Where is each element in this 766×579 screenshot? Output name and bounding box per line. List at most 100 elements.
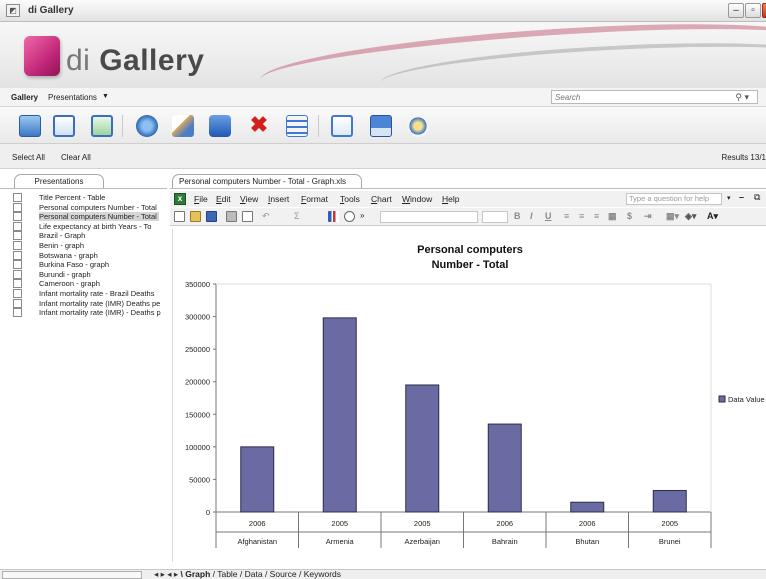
sum-icon[interactable]: Σ: [294, 211, 305, 222]
list-item-checkbox[interactable]: [13, 298, 22, 308]
menu-item-edit[interactable]: Edit: [216, 194, 231, 204]
list-item[interactable]: Brazil - Graph: [0, 231, 167, 241]
tab-underline: [0, 188, 167, 189]
currency-icon[interactable]: $: [627, 211, 632, 221]
tab-document[interactable]: Personal computers Number - Total - Grap…: [172, 174, 362, 189]
list-item[interactable]: Infant mortality rate (IMR) - Deaths p: [0, 308, 167, 318]
edit-icon[interactable]: [172, 115, 194, 137]
list-item-checkbox[interactable]: [13, 212, 22, 222]
list-item-checkbox[interactable]: [13, 260, 22, 270]
list-item-checkbox[interactable]: [13, 279, 22, 289]
list-item[interactable]: Burkina Faso - graph: [0, 260, 167, 270]
align-center-icon[interactable]: ≡: [579, 211, 584, 221]
list-item[interactable]: Benin - graph: [0, 240, 167, 251]
minimize-button[interactable]: –: [728, 3, 744, 18]
help-question-input[interactable]: Type a question for help: [626, 193, 722, 205]
list-item[interactable]: Title Percent - Table: [0, 193, 167, 203]
y-tick-label: 250000: [185, 345, 210, 354]
menu-item-view[interactable]: View: [240, 194, 258, 204]
list-item-checkbox[interactable]: [13, 193, 22, 202]
doc-minimize-button[interactable]: –: [739, 192, 744, 202]
indent-icon[interactable]: ⇥: [644, 211, 652, 222]
nav-presentations-menu[interactable]: Presentations: [48, 93, 97, 102]
open-icon[interactable]: [190, 211, 201, 222]
align-left-icon[interactable]: ≡: [564, 211, 569, 221]
list-item[interactable]: Infant mortality rate - Brazil Deaths: [0, 288, 167, 299]
list-item[interactable]: Personal computers Number - Total: [0, 212, 167, 222]
save-icon[interactable]: [206, 211, 217, 222]
font-color-icon[interactable]: A▾: [707, 211, 718, 222]
list-item[interactable]: Burundi - graph: [0, 269, 167, 280]
underline-icon[interactable]: U: [545, 211, 552, 221]
list-item-checkbox[interactable]: [13, 240, 22, 250]
new-icon[interactable]: [174, 211, 185, 222]
sheet-tab-table[interactable]: / Table: [210, 569, 238, 579]
menu-item-window[interactable]: Window: [402, 194, 432, 204]
close-button[interactable]: [762, 3, 766, 18]
refresh-icon[interactable]: [136, 115, 158, 137]
copy-icon[interactable]: [209, 115, 231, 137]
bold-icon[interactable]: B: [514, 211, 521, 221]
menu-item-format[interactable]: Format: [301, 194, 328, 204]
list-item-checkbox[interactable]: [13, 202, 22, 212]
globe-icon[interactable]: [407, 115, 429, 137]
chevron-down-icon[interactable]: ▾: [727, 194, 731, 202]
maximize-button[interactable]: ▫: [745, 3, 761, 18]
list-item[interactable]: Infant mortality rate (IMR) Deaths pe: [0, 298, 167, 309]
menu-item-file[interactable]: File: [194, 194, 208, 204]
list-item[interactable]: Botswana - graph: [0, 250, 167, 261]
print-icon[interactable]: [226, 211, 237, 222]
italic-icon[interactable]: I: [530, 211, 533, 221]
merge-icon[interactable]: ▦: [608, 211, 617, 222]
list-icon[interactable]: [286, 115, 308, 137]
menu-item-help[interactable]: Help: [442, 194, 459, 204]
undo-icon[interactable]: ↶: [262, 211, 273, 222]
list-item-checkbox[interactable]: [13, 269, 22, 279]
list-item-checkbox[interactable]: [13, 250, 22, 260]
fill-color-icon[interactable]: ◈▾: [685, 211, 696, 222]
page-view-icon[interactable]: [53, 115, 75, 137]
menu-item-chart[interactable]: Chart: [371, 194, 392, 204]
save-icon[interactable]: [370, 115, 392, 137]
search-box[interactable]: ⚲ ▾: [551, 90, 758, 104]
list-item-label: Infant mortality rate (IMR) - Deaths p: [39, 308, 161, 318]
menu-item-tools[interactable]: Tools: [340, 194, 360, 204]
tab-presentations[interactable]: Presentations: [14, 174, 104, 189]
doc-restore-button[interactable]: ⧉: [754, 192, 760, 203]
list-item-checkbox[interactable]: [13, 231, 22, 241]
search-icon[interactable]: ⚲ ▾: [735, 92, 749, 103]
select-all-link[interactable]: Select All: [12, 153, 45, 162]
x-category-label: Afghanistan: [237, 537, 277, 546]
search-input[interactable]: [552, 91, 732, 103]
print-preview-icon[interactable]: [242, 211, 253, 222]
font-size-select[interactable]: [482, 211, 508, 223]
chart-wizard-icon[interactable]: [328, 211, 339, 222]
sheet-tab-data[interactable]: / Data: [238, 569, 263, 579]
chevron-down-icon[interactable]: ▼: [102, 93, 109, 100]
list-item[interactable]: Cameroon - graph: [0, 279, 167, 289]
list-item-checkbox[interactable]: [13, 308, 22, 318]
help-icon[interactable]: [344, 211, 355, 222]
sheet-tab-keywords[interactable]: / Keywords: [297, 569, 341, 579]
borders-icon[interactable]: ▦▾: [666, 211, 679, 222]
sheet-tab-source[interactable]: / Source: [263, 569, 297, 579]
list-item-checkbox[interactable]: [13, 221, 22, 231]
more-icon[interactable]: »: [360, 211, 371, 222]
sheet-tab-graph[interactable]: \ Graph: [181, 569, 211, 579]
list-item[interactable]: Personal computers Number - Total: [0, 202, 167, 213]
list-item-checkbox[interactable]: [13, 288, 22, 298]
y-tick-label: 300000: [185, 313, 210, 322]
presentation-list: Title Percent - Table Personal computers …: [0, 193, 167, 318]
window-icon[interactable]: [331, 115, 353, 137]
align-right-icon[interactable]: ≡: [594, 211, 599, 221]
horizontal-scrollbar[interactable]: [2, 571, 142, 579]
menu-item-insert[interactable]: Insert: [268, 194, 289, 204]
list-item[interactable]: Life expectancy at birth Years - To: [0, 221, 167, 232]
table-view-icon[interactable]: [19, 115, 41, 137]
font-name-select[interactable]: [380, 211, 478, 223]
nav-gallery[interactable]: Gallery: [11, 93, 38, 102]
presentation-view-icon[interactable]: [91, 115, 113, 137]
delete-icon[interactable]: ✖: [248, 114, 270, 137]
clear-all-link[interactable]: Clear All: [61, 153, 91, 162]
sheet-nav-arrows[interactable]: ◂ ▸ ◂ ▸: [154, 569, 181, 579]
